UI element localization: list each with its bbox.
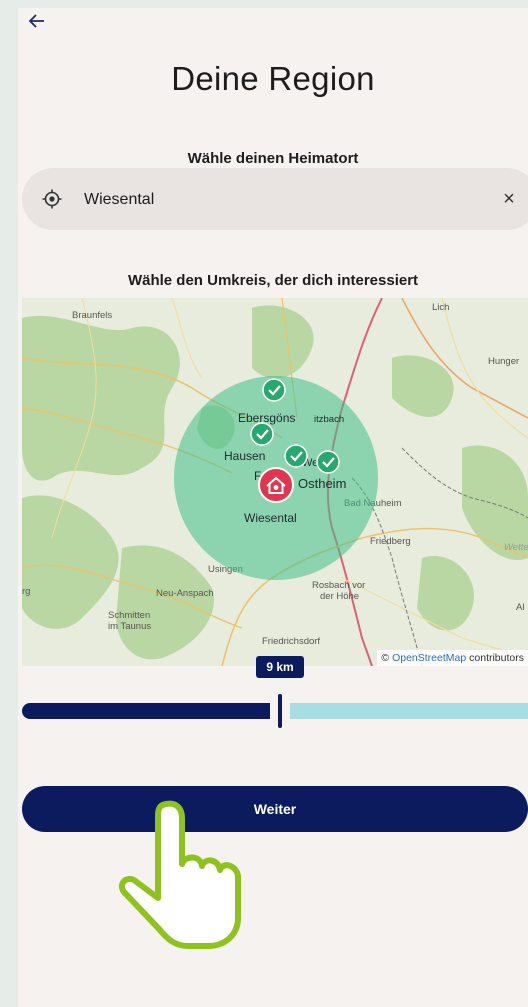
- place-label: Rosbach vor: [312, 580, 365, 591]
- place-label: Schmitten: [108, 610, 150, 621]
- slider-track-remaining[interactable]: [290, 703, 528, 719]
- place-label: Wette: [504, 542, 528, 553]
- place-label: itzbach: [314, 414, 344, 425]
- selected-place-marker[interactable]: [262, 378, 286, 402]
- location-target-icon[interactable]: [42, 189, 62, 209]
- place-label: Ostheim: [298, 476, 346, 491]
- map-attribution: © OpenStreetMap contributors: [377, 650, 528, 666]
- attribution-suffix: contributors: [466, 652, 524, 664]
- selected-place-marker[interactable]: [316, 450, 340, 474]
- place-label: Friedrichsdorf: [262, 636, 320, 647]
- place-label: Hausen: [224, 449, 265, 463]
- place-label: Friedberg: [370, 536, 411, 547]
- place-label: im Taunus: [108, 621, 151, 632]
- attribution-prefix: ©: [381, 652, 393, 664]
- place-label: rg: [22, 586, 30, 597]
- selected-place-marker[interactable]: [250, 422, 274, 446]
- pointer-hand-icon: [118, 800, 241, 949]
- radius-value-badge: 9 km: [256, 656, 304, 678]
- place-label: Braunfels: [72, 310, 112, 321]
- place-label: Lich: [432, 302, 449, 313]
- hometown-input[interactable]: [82, 186, 466, 214]
- hometown-label: Wähle deinen Heimatort: [187, 150, 359, 167]
- page-title: Deine Region: [171, 60, 375, 97]
- home-marker[interactable]: [258, 467, 294, 503]
- hometown-field[interactable]: ×: [22, 168, 528, 230]
- region-screen: Deine Region Wähle deinen Heimatort × Wä…: [18, 8, 528, 1007]
- back-button[interactable]: [26, 10, 50, 34]
- radius-slider[interactable]: [22, 694, 528, 728]
- place-label: Hunger: [488, 356, 519, 367]
- place-label: Neu-Anspach: [156, 588, 214, 599]
- slider-track-filled[interactable]: [22, 703, 270, 719]
- selected-place-marker[interactable]: [284, 444, 308, 468]
- openstreetmap-link[interactable]: OpenStreetMap: [392, 652, 466, 664]
- map-canvas: Braunfels Lich Hunger Bad Nauheim Friedb…: [22, 298, 528, 666]
- radius-map[interactable]: Braunfels Lich Hunger Bad Nauheim Friedb…: [22, 298, 528, 666]
- slider-thumb[interactable]: [278, 694, 282, 728]
- arrow-left-icon: [28, 14, 44, 28]
- place-label: Ebersgöns: [238, 411, 295, 425]
- close-icon[interactable]: ×: [498, 188, 520, 210]
- place-label: Wiesental: [244, 511, 297, 525]
- continue-button[interactable]: Weiter: [22, 786, 528, 832]
- place-label: Al: [516, 602, 524, 613]
- radius-label: Wähle den Umkreis, der dich interessiert: [127, 272, 419, 289]
- place-label: der Höhe: [320, 591, 359, 602]
